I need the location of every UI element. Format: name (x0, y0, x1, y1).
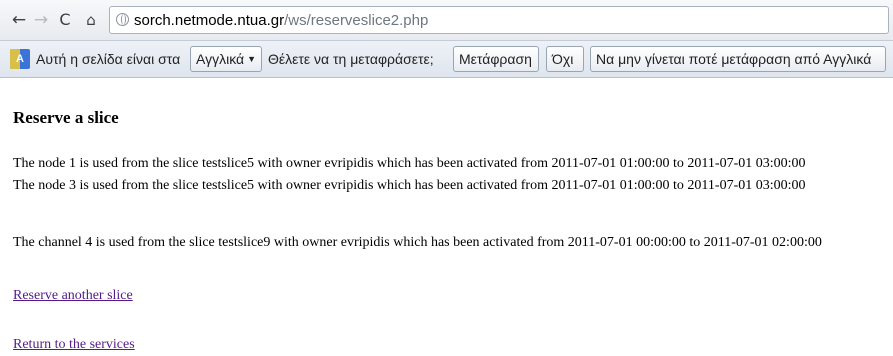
back-arrow-icon[interactable]: ← (10, 10, 28, 30)
home-icon[interactable]: ⌂ (82, 10, 100, 30)
language-dropdown[interactable]: Αγγλικά ▼ (190, 46, 262, 72)
channel-status-line: The channel 4 is used from the slice tes… (13, 235, 822, 250)
url-host: sorch.netmode.ntua.gr (134, 12, 285, 29)
address-bar[interactable]: sorch.netmode.ntua.gr/ws/reserveslice2.p… (109, 6, 889, 34)
page-title: Reserve a slice (13, 108, 119, 127)
return-to-services-link[interactable]: Return to the services (13, 337, 135, 353)
globe-icon (116, 13, 129, 26)
chevron-down-icon: ▼ (247, 54, 257, 64)
reserve-another-slice-link[interactable]: Reserve another slice (13, 288, 133, 304)
no-button[interactable]: Όχι (546, 46, 584, 72)
forward-arrow-icon[interactable]: → (32, 10, 50, 30)
reload-icon[interactable]: C (56, 10, 74, 30)
translate-icon: A (10, 49, 30, 69)
translate-prompt: Αυτή η σελίδα είναι στα (36, 51, 181, 67)
translate-question: Θέλετε να τη μεταφράσετε; (268, 51, 434, 67)
translate-infobar: A Αυτή η σελίδα είναι στα Αγγλικά ▼ Θέλετ… (0, 40, 893, 78)
node-status-line: The node 1 is used from the slice testsl… (13, 156, 806, 171)
translate-button[interactable]: Μετάφραση (453, 46, 539, 72)
node-status-line: The node 3 is used from the slice testsl… (13, 178, 806, 193)
language-dropdown-label: Αγγλικά (196, 51, 245, 67)
browser-toolbar: ← → C ⌂ sorch.netmode.ntua.gr/ws/reserve… (0, 0, 893, 40)
url-path: /ws/reserveslice2.php (284, 12, 429, 29)
never-translate-button[interactable]: Να μην γίνεται ποτέ μετάφραση από Αγγλικ… (590, 46, 886, 72)
url-text: sorch.netmode.ntua.gr/ws/reserveslice2.p… (134, 12, 428, 29)
